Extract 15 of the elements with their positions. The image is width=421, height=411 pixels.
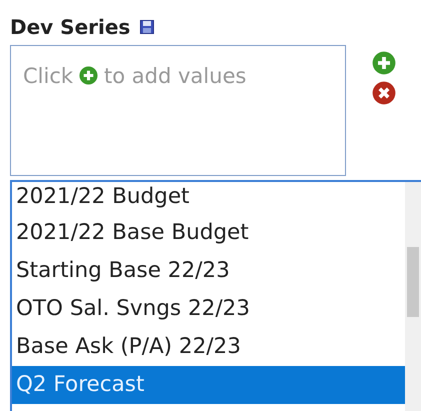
list-option[interactable]: 2021/22 Budget (12, 182, 405, 214)
save-icon[interactable] (140, 20, 154, 34)
scrollbar[interactable] (405, 182, 421, 411)
remove-icon[interactable] (372, 81, 396, 105)
scrollbar-thumb[interactable] (407, 247, 419, 317)
add-icon (79, 66, 98, 85)
list-option[interactable]: Starting Base 22/23 (12, 252, 405, 290)
hint-text: Click (23, 64, 74, 88)
hint-text: to add values (104, 64, 246, 88)
list-option[interactable]: Q2 Forecast (12, 366, 405, 404)
list-option[interactable]: 2021/22 Base Budget (12, 214, 405, 252)
list-option[interactable]: OTO Sal. Svngs 22/23 (12, 290, 405, 328)
list-option[interactable]: Base Ask (P/A) 22/23 (12, 328, 405, 366)
add-icon[interactable] (372, 51, 396, 75)
section-title: Dev Series (10, 15, 130, 39)
